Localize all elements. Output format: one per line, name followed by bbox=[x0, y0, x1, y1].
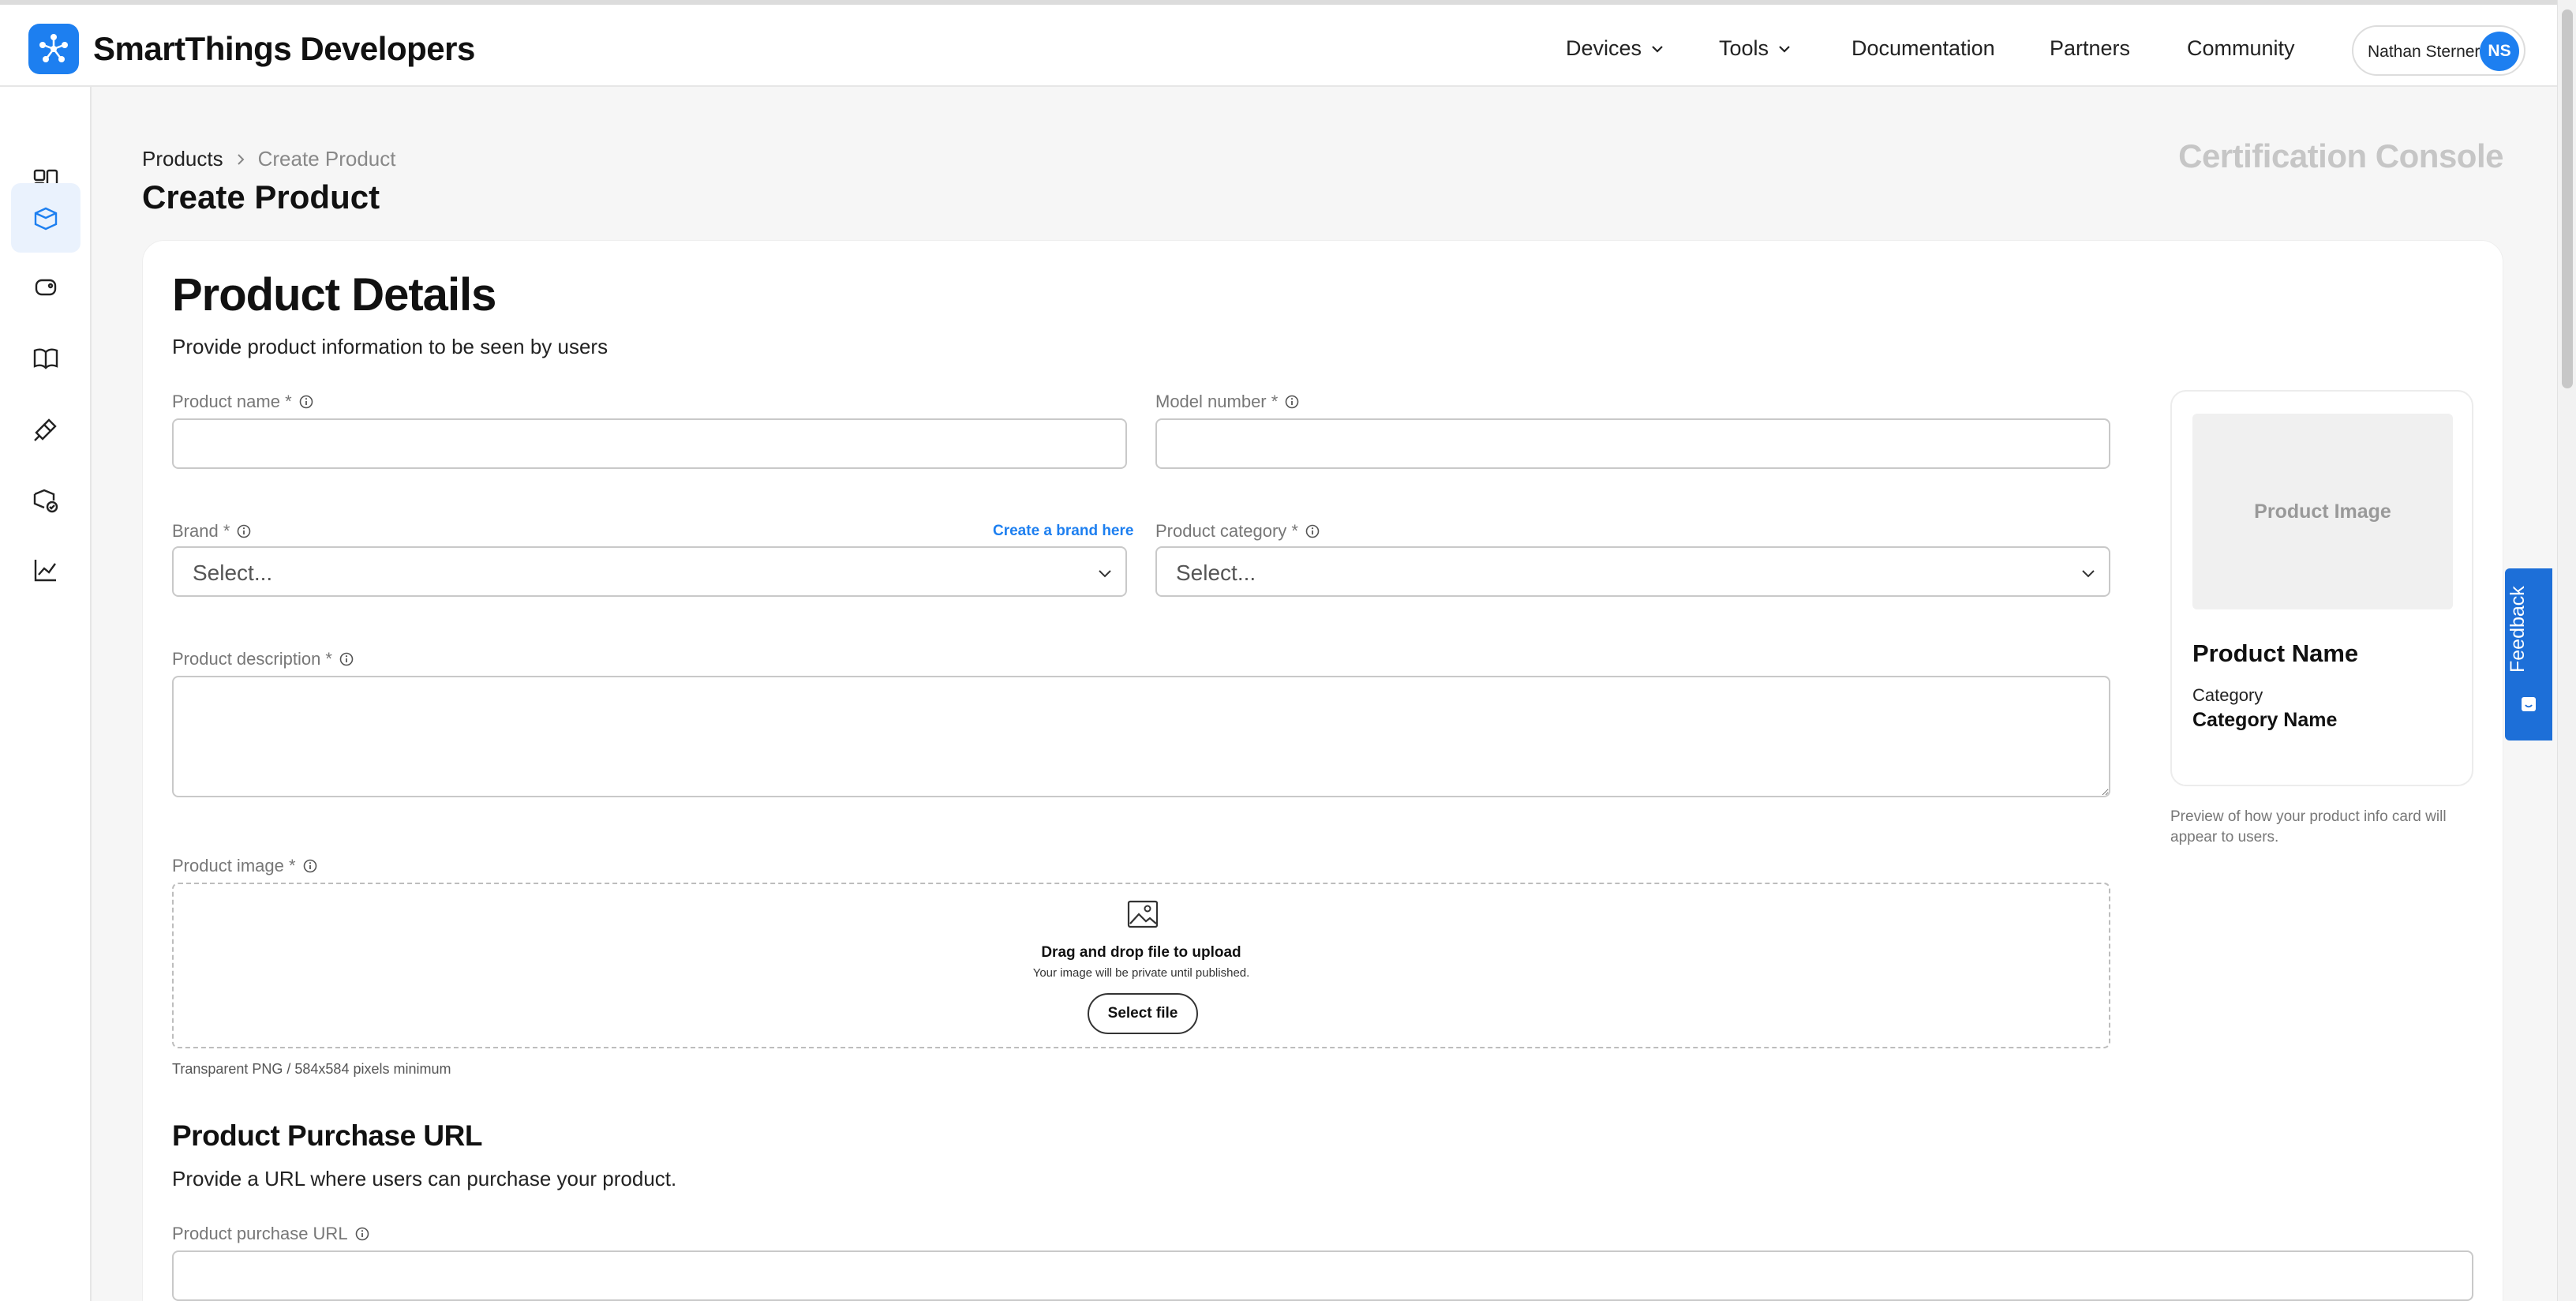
certification-icon bbox=[33, 489, 58, 513]
smartthings-logo-icon[interactable] bbox=[28, 24, 79, 74]
sidebar-item-tools[interactable] bbox=[11, 395, 80, 464]
product-category-label: Product category * bbox=[1155, 521, 1320, 542]
category-select-placeholder: Select... bbox=[1176, 561, 1256, 585]
purchase-url-label: Product purchase URL bbox=[172, 1224, 370, 1244]
top-navigation-bar: SmartThings Developers Devices Tools Doc… bbox=[0, 0, 2557, 87]
purchase-url-label-text: Product purchase URL bbox=[172, 1224, 348, 1243]
product-details-subtitle: Provide product information to be seen b… bbox=[172, 335, 608, 358]
feedback-tab[interactable]: Feedback bbox=[2505, 568, 2552, 740]
nav-partners[interactable]: Partners bbox=[2050, 36, 2130, 61]
breadcrumb: Products Create Product bbox=[142, 147, 395, 171]
info-icon[interactable] bbox=[298, 394, 314, 410]
tools-icon bbox=[34, 418, 57, 441]
sidebar bbox=[0, 87, 92, 1301]
preview-product-name: Product Name bbox=[2192, 639, 2359, 667]
breadcrumb-current: Create Product bbox=[257, 147, 396, 171]
model-number-input[interactable] bbox=[1155, 418, 2110, 469]
breadcrumb-products-link[interactable]: Products bbox=[142, 147, 223, 171]
info-icon[interactable] bbox=[1284, 394, 1300, 410]
user-menu[interactable]: Nathan Sterner NS bbox=[2352, 25, 2525, 76]
image-dropzone[interactable]: Drag and drop file to upload Your image … bbox=[172, 883, 2110, 1048]
feedback-smile-icon bbox=[2522, 697, 2536, 711]
info-icon[interactable] bbox=[1305, 523, 1320, 539]
product-description-label-text: Product description * bbox=[172, 649, 332, 669]
nav-community-label: Community bbox=[2187, 36, 2295, 60]
chevron-down-icon bbox=[1652, 45, 1663, 53]
product-details-heading: Product Details bbox=[172, 269, 496, 321]
product-box-icon bbox=[34, 207, 58, 231]
device-icon bbox=[35, 279, 57, 296]
product-description-textarea[interactable] bbox=[172, 676, 2110, 797]
product-description-label: Product description * bbox=[172, 649, 354, 669]
select-file-button[interactable]: Select file bbox=[1088, 993, 1198, 1034]
book-icon bbox=[33, 348, 58, 369]
chevron-down-icon bbox=[1099, 570, 1111, 578]
nav-devices[interactable]: Devices bbox=[1566, 36, 1665, 61]
nav-tools[interactable]: Tools bbox=[1719, 36, 1792, 61]
preview-note: Preview of how your product info card wi… bbox=[2170, 808, 2447, 845]
page-scrollbar[interactable] bbox=[2557, 0, 2576, 1301]
certification-console-label: Certification Console bbox=[2178, 137, 2503, 174]
model-number-label-text: Model number * bbox=[1155, 392, 1279, 411]
product-image-label-text: Product image * bbox=[172, 856, 296, 875]
scrollbar-thumb[interactable] bbox=[2562, 9, 2573, 388]
dropzone-title: Drag and drop file to upload bbox=[1041, 944, 1241, 961]
chevron-down-icon bbox=[2082, 570, 2095, 578]
nav-documentation[interactable]: Documentation bbox=[1852, 36, 1995, 61]
chevron-down-icon bbox=[1779, 45, 1790, 53]
nav-devices-label: Devices bbox=[1566, 36, 1642, 60]
nav-community[interactable]: Community bbox=[2187, 36, 2295, 61]
brand-name[interactable]: SmartThings Developers bbox=[93, 30, 475, 68]
page-title: Create Product bbox=[142, 178, 380, 216]
image-icon bbox=[1127, 900, 1159, 928]
purchase-url-heading: Product Purchase URL bbox=[172, 1119, 482, 1152]
avatar: NS bbox=[2480, 32, 2519, 71]
nav-partners-label: Partners bbox=[2050, 36, 2131, 60]
feedback-label: Feedback bbox=[2507, 586, 2529, 673]
product-image-label: Product image * bbox=[172, 856, 318, 876]
sidebar-item-docs[interactable] bbox=[11, 324, 80, 393]
info-icon[interactable] bbox=[302, 858, 318, 874]
image-requirements-hint: Transparent PNG / 584x584 pixels minimum bbox=[172, 1061, 451, 1077]
sidebar-item-certification[interactable] bbox=[11, 466, 80, 535]
sidebar-item-analytics[interactable] bbox=[11, 535, 80, 605]
product-category-select[interactable]: Select... bbox=[1155, 546, 2110, 597]
nav-tools-label: Tools bbox=[1719, 36, 1769, 60]
preview-category-value: Category Name bbox=[2192, 709, 2338, 731]
product-name-input[interactable] bbox=[172, 418, 1127, 469]
product-name-label-text: Product name * bbox=[172, 392, 292, 411]
product-preview-card: Product Image Product Name Category Cate… bbox=[2170, 390, 2473, 786]
nav-documentation-label: Documentation bbox=[1852, 36, 1995, 60]
info-icon[interactable] bbox=[236, 523, 252, 539]
brand-label: Brand * bbox=[172, 521, 252, 542]
chevron-right-icon bbox=[237, 153, 245, 165]
product-category-label-text: Product category * bbox=[1155, 521, 1298, 541]
info-icon[interactable] bbox=[354, 1226, 370, 1242]
brand-select-placeholder: Select... bbox=[193, 561, 273, 585]
user-name: Nathan Sterner bbox=[2368, 43, 2481, 61]
preview-image-placeholder: Product Image bbox=[2192, 414, 2453, 609]
analytics-icon bbox=[34, 560, 56, 582]
brand-select[interactable]: Select... bbox=[172, 546, 1127, 597]
purchase-url-subtitle: Provide a URL where users can purchase y… bbox=[172, 1167, 677, 1190]
purchase-url-input[interactable] bbox=[172, 1250, 2473, 1301]
model-number-label: Model number * bbox=[1155, 392, 1300, 412]
create-brand-link[interactable]: Create a brand here bbox=[993, 523, 1133, 540]
dropzone-subtitle: Your image will be private until publish… bbox=[1032, 966, 1250, 980]
product-name-label: Product name * bbox=[172, 392, 314, 412]
sidebar-item-products[interactable] bbox=[11, 183, 80, 253]
sidebar-item-devices[interactable] bbox=[11, 254, 80, 324]
preview-category-label: Category bbox=[2192, 685, 2263, 705]
info-icon[interactable] bbox=[339, 651, 354, 667]
brand-label-text: Brand * bbox=[172, 521, 230, 541]
